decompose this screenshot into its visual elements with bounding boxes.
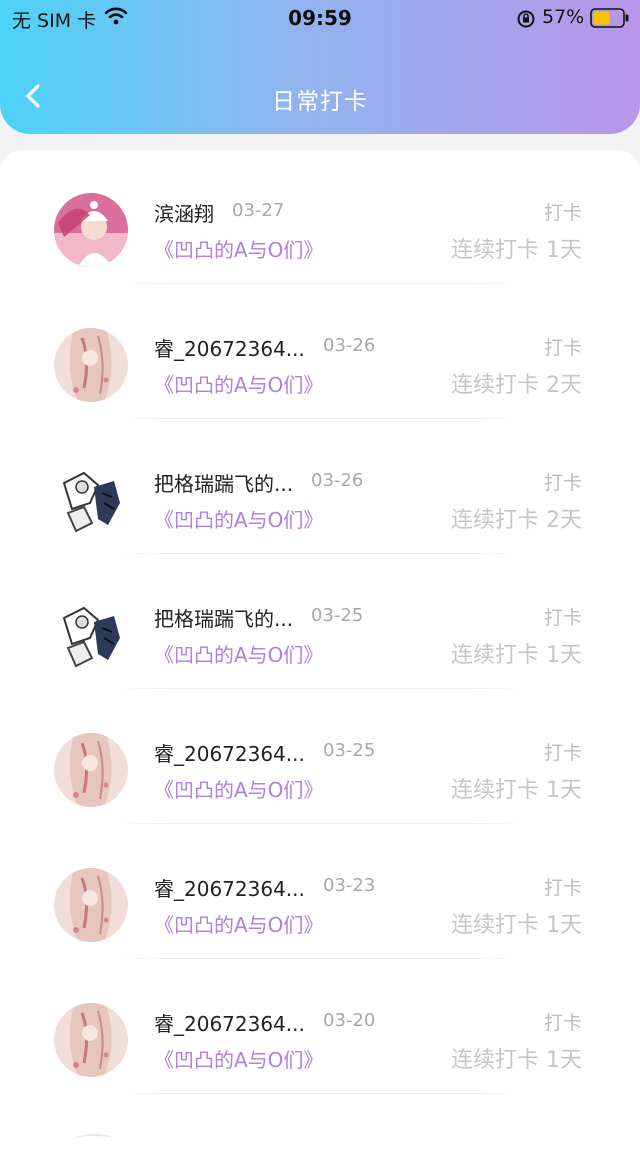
streak-count: 连续打卡 1天 xyxy=(451,643,582,668)
battery-icon xyxy=(590,8,630,33)
avatar[interactable] xyxy=(54,1003,128,1077)
user-name[interactable]: 滨涵翔 xyxy=(154,198,214,227)
post-date: 03-27 xyxy=(232,200,285,221)
book-title-link[interactable]: 《凹凸的A与O们》 xyxy=(154,369,323,398)
header: 无 SIM 卡 09:59 57% 日常打卡 xyxy=(0,0,640,134)
divider xyxy=(110,1093,530,1094)
book-title-link[interactable]: 《凹凸的A与O们》 xyxy=(154,639,323,668)
status-bar: 无 SIM 卡 09:59 57% xyxy=(0,0,640,36)
user-name[interactable]: 睿_20672364... xyxy=(154,1008,305,1037)
avatar[interactable] xyxy=(54,598,128,672)
checkin-label: 打卡 xyxy=(543,742,582,764)
streak-count: 连续打卡 1天 xyxy=(451,913,582,938)
user-name[interactable]: 睿_20672364... xyxy=(154,333,305,362)
post-date: 03-26 xyxy=(323,335,376,356)
checkin-item[interactable]: 睿_20672364... 03-20 《凹凸的A与O们》 打卡连续打卡 1天 xyxy=(0,960,640,1095)
post-date: 03-26 xyxy=(311,470,364,491)
user-name[interactable]: 睿_20672364... xyxy=(154,873,305,902)
checkin-item[interactable]: 睿_20672364... 03-25 《凹凸的A与O们》 打卡连续打卡 1天 xyxy=(0,690,640,825)
next-avatar-peek xyxy=(74,1134,114,1146)
divider xyxy=(110,418,530,419)
post-date: 03-23 xyxy=(323,875,376,896)
divider xyxy=(110,958,530,959)
checkin-label: 打卡 xyxy=(543,202,582,224)
page-title: 日常打卡 xyxy=(272,89,368,115)
streak-count: 连续打卡 2天 xyxy=(451,508,582,533)
checkin-list: 滨涵翔 03-27 《凹凸的A与O们》 打卡 连续打卡 1天 睿_20672364... 0… xyxy=(0,150,640,1150)
divider xyxy=(110,688,530,689)
book-title-link[interactable]: 《凹凸的A与O们》 xyxy=(154,909,323,938)
user-name[interactable]: 把格瑞踹飞的... xyxy=(154,468,293,497)
avatar[interactable] xyxy=(54,328,128,402)
avatar[interactable] xyxy=(54,463,128,537)
post-date: 03-20 xyxy=(323,1010,376,1031)
avatar[interactable] xyxy=(54,733,128,807)
checkin-label: 打卡 xyxy=(543,1012,582,1034)
book-title-link[interactable]: 《凹凸的A与O们》 xyxy=(154,774,323,803)
checkin-item[interactable]: 把格瑞踹飞的... 03-26 《凹凸的A与O们》 打卡连续打卡 2天 xyxy=(0,420,640,555)
checkin-label: 打卡 xyxy=(543,877,582,899)
user-name[interactable]: 把格瑞踹飞的... xyxy=(154,603,293,632)
checkin-item[interactable]: 睿_20672364... 03-26 《凹凸的A与O们》 打卡连续打卡 2天 xyxy=(0,285,640,420)
checkin-label: 打卡 xyxy=(543,472,582,494)
streak-count: 连续打卡 1天 xyxy=(451,238,582,263)
divider xyxy=(110,283,530,284)
streak-count: 连续打卡 2天 xyxy=(451,373,582,398)
checkin-item[interactable]: 把格瑞踹飞的... 03-25 《凹凸的A与O们》 打卡连续打卡 1天 xyxy=(0,555,640,690)
checkin-label: 打卡 xyxy=(543,337,582,359)
checkin-item[interactable]: 滨涵翔 03-27 《凹凸的A与O们》 打卡连续打卡 1天 xyxy=(0,150,640,285)
checkin-item[interactable]: 睿_20672364... 03-23 《凹凸的A与O们》 打卡连续打卡 1天 xyxy=(0,825,640,960)
book-title-link[interactable]: 《凹凸的A与O们》 xyxy=(154,1044,323,1073)
divider xyxy=(110,553,530,554)
book-title-link[interactable]: 《凹凸的A与O们》 xyxy=(154,234,323,263)
streak-count: 连续打卡 1天 xyxy=(451,778,582,803)
checkin-label: 打卡 xyxy=(543,607,582,629)
avatar[interactable] xyxy=(54,193,128,267)
divider xyxy=(110,823,530,824)
user-name[interactable]: 睿_20672364... xyxy=(154,738,305,767)
nav-bar: 日常打卡 xyxy=(0,62,640,130)
book-title-link[interactable]: 《凹凸的A与O们》 xyxy=(154,504,323,533)
avatar[interactable] xyxy=(54,868,128,942)
post-date: 03-25 xyxy=(311,605,364,626)
post-date: 03-25 xyxy=(323,740,376,761)
streak-count: 连续打卡 1天 xyxy=(451,1048,582,1073)
battery-percent: 57% xyxy=(542,6,585,28)
rotation-lock-icon xyxy=(516,9,536,34)
